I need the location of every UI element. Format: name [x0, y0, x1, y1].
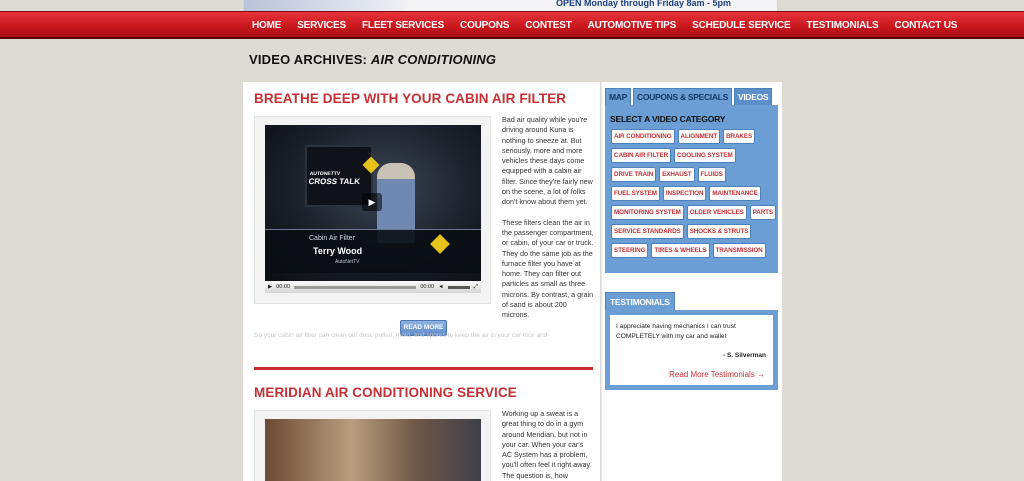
- category-drive-train[interactable]: DRIVE TRAIN: [611, 167, 657, 182]
- play-control-icon[interactable]: ▶: [268, 284, 272, 290]
- category-shocks-struts[interactable]: SHOCKS & STRUTS: [686, 224, 752, 239]
- video-screen: AUTONETTV CROSS TALK Cabin Air Filter Te…: [265, 125, 481, 281]
- nav-home[interactable]: HOME: [244, 20, 289, 31]
- category-maintenance[interactable]: MAINTENANCE: [709, 186, 761, 201]
- total-time: 00:00: [420, 284, 435, 290]
- category-alignment[interactable]: ALIGNMENT: [677, 129, 721, 144]
- testimonial-card: I appreciate having mechanics I can trus…: [610, 315, 773, 385]
- testimonial-author: - S. Silverman: [723, 352, 766, 359]
- banner-swoosh: [244, 0, 404, 11]
- category-monitoring-system[interactable]: MONITORING SYSTEM: [611, 205, 684, 220]
- read-more-testimonials-link[interactable]: Read More Testimonials →: [669, 370, 765, 379]
- category-parts[interactable]: PARTS: [749, 205, 777, 220]
- category-cabin-air-filter[interactable]: CABIN AIR FILTER: [611, 148, 672, 163]
- video-logo-line2: CROSS TALK: [307, 177, 361, 186]
- post-divider: [254, 367, 593, 370]
- sidebar: MAP COUPONS & SPECIALS VIDEOS SELECT A V…: [601, 82, 782, 481]
- category-heading: SELECT A VIDEO CATEGORY: [610, 114, 726, 124]
- play-icon[interactable]: ▶: [362, 193, 382, 211]
- nav-schedule-service[interactable]: SCHEDULE SERVICE: [684, 20, 798, 31]
- nav-automotive-tips[interactable]: AUTOMOTIVE TIPS: [580, 20, 685, 31]
- current-time: 00:00: [276, 284, 290, 290]
- category-fluids[interactable]: FLUIDS: [697, 167, 726, 182]
- video-controls: ▶ 00:00 00:00 ◄ ⤢: [265, 281, 481, 293]
- video-frame: AUTONETTV CROSS TALK Cabin Air Filter Te…: [254, 116, 491, 304]
- nav-testimonials[interactable]: TESTIMONIALS: [798, 20, 886, 31]
- video-frame: [254, 410, 491, 481]
- sidebar-tabs: MAP COUPONS & SPECIALS VIDEOS: [605, 88, 773, 105]
- video-logo-text: AUTONETTV CROSS TALK: [308, 171, 362, 186]
- post-paragraph: These filters clean the air in the passe…: [502, 217, 594, 320]
- category-service-standards[interactable]: SERVICE STANDARDS: [611, 224, 684, 239]
- testimonials-panel: I appreciate having mechanics I can trus…: [605, 310, 778, 390]
- category-brakes[interactable]: BRAKES: [723, 129, 756, 144]
- post-text: Bad air quality while you're driving aro…: [502, 115, 594, 331]
- tab-map[interactable]: MAP: [605, 88, 631, 105]
- page-title: VIDEO ARCHIVES: AIR CONDITIONING: [249, 52, 496, 67]
- category-list: AIR CONDITIONING ALIGNMENT BRAKES CABIN …: [611, 129, 777, 258]
- volume-slider[interactable]: [447, 285, 470, 289]
- tab-testimonials[interactable]: TESTIMONIALS: [605, 292, 675, 311]
- testimonial-quote: I appreciate having mechanics I can trus…: [616, 323, 736, 340]
- post-text: Working up a sweat is a great thing to d…: [502, 409, 594, 481]
- video-player[interactable]: [265, 419, 481, 481]
- post-paragraph: Bad air quality while you're driving aro…: [502, 115, 593, 207]
- video-lower-third: Cabin Air Filter Terry Wood AutoNetTV: [265, 229, 481, 273]
- category-steering[interactable]: STEERING: [611, 243, 649, 258]
- seek-bar[interactable]: [294, 285, 417, 289]
- video-screen: [265, 419, 481, 481]
- post-title-ac-service[interactable]: MERIDIAN AIR CONDITIONING SERVICE: [254, 385, 517, 400]
- page-title-category: AIR CONDITIONING: [370, 52, 497, 67]
- nav-items: HOME SERVICES FLEET SERVICES COUPONS CON…: [244, 12, 965, 38]
- category-fuel-system[interactable]: FUEL SYSTEM: [611, 186, 660, 201]
- page-title-prefix: VIDEO ARCHIVES:: [249, 52, 371, 67]
- tab-coupons-specials[interactable]: COUPONS & SPECIALS: [633, 88, 732, 105]
- main-content: BREATHE DEEP WITH YOUR CABIN AIR FILTER …: [243, 82, 600, 481]
- category-air-conditioning[interactable]: AIR CONDITIONING: [611, 129, 675, 144]
- nav-services[interactable]: SERVICES: [289, 20, 354, 31]
- post-excerpt: So your cabin air filter can clean out d…: [254, 332, 548, 339]
- video-category: Cabin Air Filter: [309, 235, 355, 242]
- post-paragraph: Working up a sweat is a great thing to d…: [502, 409, 592, 480]
- category-transmission[interactable]: TRANSMISSION: [712, 243, 766, 258]
- category-cooling-system[interactable]: COOLING SYSTEM: [674, 148, 736, 163]
- video-category-panel: SELECT A VIDEO CATEGORY AIR CONDITIONING…: [605, 105, 778, 273]
- fullscreen-icon[interactable]: ⤢: [474, 284, 478, 291]
- tab-videos[interactable]: VIDEOS: [733, 88, 773, 105]
- volume-icon[interactable]: ◄: [438, 284, 443, 290]
- video-brand: AutoNetTV: [335, 259, 360, 265]
- video-presenter-name: Terry Wood: [313, 246, 363, 256]
- nav-coupons[interactable]: COUPONS: [452, 20, 517, 31]
- category-older-vehicles[interactable]: OLDER VEHICLES: [686, 205, 747, 220]
- category-tires-wheels[interactable]: TIRES & WHEELS: [651, 243, 710, 258]
- nav-contest[interactable]: CONTEST: [517, 20, 579, 31]
- category-exhaust[interactable]: EXHAUST: [659, 167, 695, 182]
- video-player[interactable]: AUTONETTV CROSS TALK Cabin Air Filter Te…: [265, 125, 481, 293]
- nav-contact-us[interactable]: CONTACT US: [886, 20, 965, 31]
- business-hours: OPEN Monday through Friday 8am - 5pm: [556, 0, 732, 8]
- main-navigation: HOME SERVICES FLEET SERVICES COUPONS CON…: [0, 11, 1024, 39]
- category-inspection[interactable]: INSPECTION: [662, 186, 707, 201]
- post-title-cabin-air-filter[interactable]: BREATHE DEEP WITH YOUR CABIN AIR FILTER: [254, 91, 566, 106]
- nav-fleet-services[interactable]: FLEET SERVICES: [354, 20, 452, 31]
